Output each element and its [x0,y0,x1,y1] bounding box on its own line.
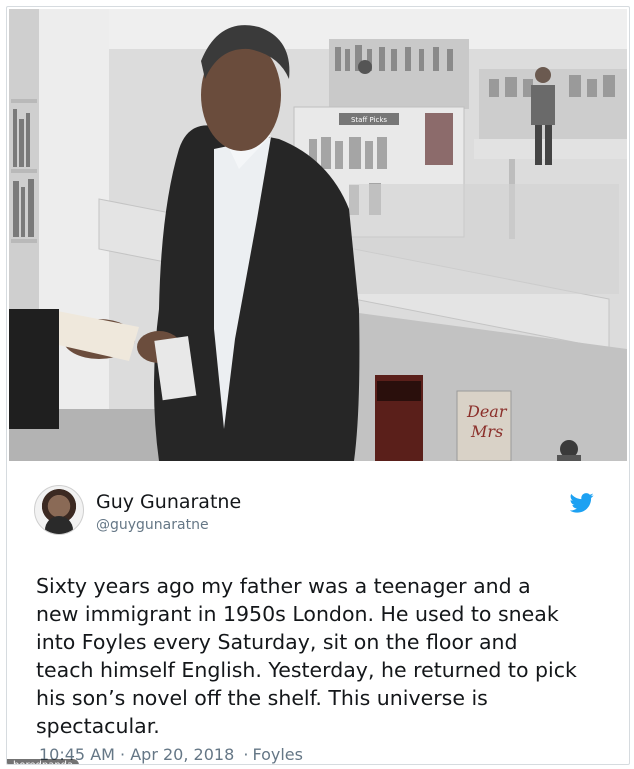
tweet-location[interactable]: Foyles [252,745,303,764]
author-handle[interactable]: @guygunaratne [96,517,209,533]
bookstore-photo: Staff Picks Dear Mrs [9,9,627,461]
meta-separator: · [120,745,126,764]
book-cover-title-line2: Mrs [470,422,503,441]
tweet-text: Sixty years ago my father was a teenager… [36,574,577,738]
tweet-date[interactable]: Apr 20, 2018 [130,745,234,764]
tweet-author[interactable]: Guy Gunaratne @guygunaratne [34,485,594,535]
tweet-meta: 10:45 AM · Apr 20, 2018 · Foyles [39,745,303,764]
meta-separator: · [243,745,249,764]
book-cover-title-line1: Dear [466,402,508,421]
twitter-bird-icon[interactable] [570,493,594,513]
watermark: boredpanda [7,759,80,764]
tweet-card: Staff Picks Dear Mrs Guy Gunaratne @guyg… [6,6,630,765]
tweet-photo[interactable]: Staff Picks Dear Mrs [9,9,627,461]
author-name[interactable]: Guy Gunaratne [96,491,241,513]
shelf-sign: Staff Picks [351,116,387,124]
author-avatar[interactable] [34,485,84,535]
